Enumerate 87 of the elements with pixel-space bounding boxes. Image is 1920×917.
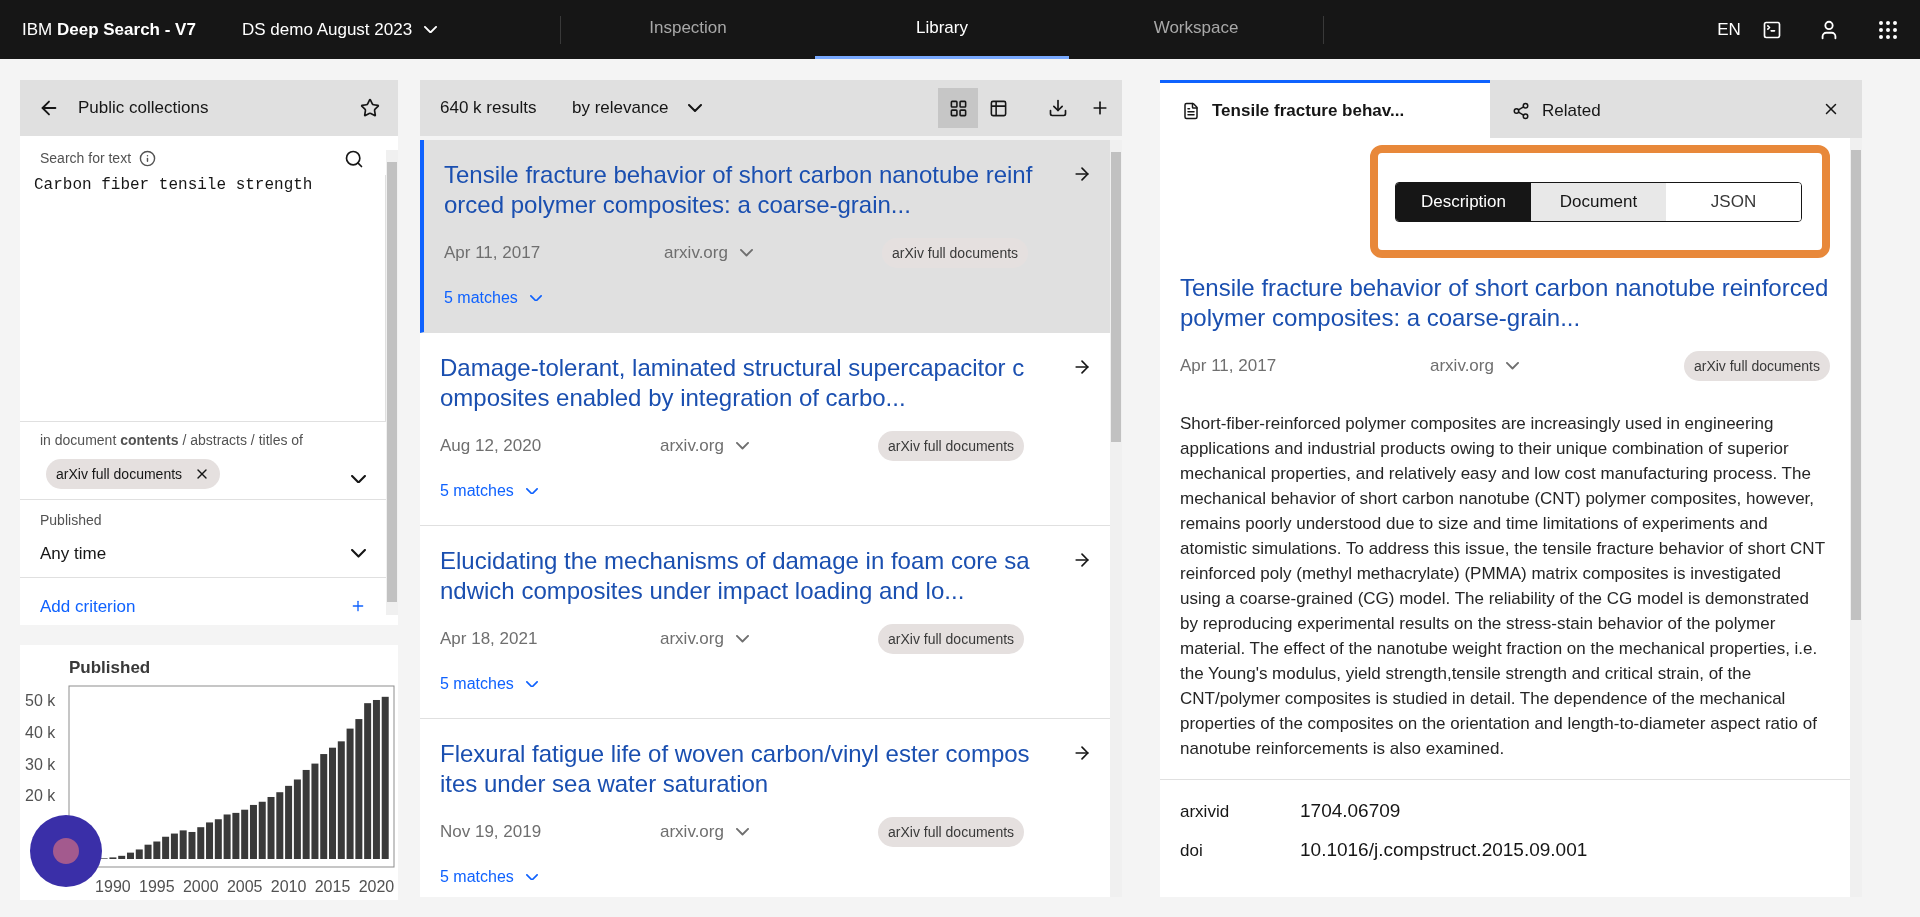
result-date: Aug 12, 2020 xyxy=(440,435,543,458)
panel-tab[interactable]: Tensile fracture behav... xyxy=(1160,80,1490,138)
panel-title: Public collections xyxy=(78,97,210,120)
chevron-icon xyxy=(351,474,366,484)
chart-title: Published xyxy=(69,658,151,677)
collection-tag: arXiv full documents xyxy=(878,817,1025,847)
field-value: 10.1016/j.compstruct.2015.09.001 xyxy=(1300,838,1588,863)
matches-toggle[interactable]: 5 matches xyxy=(440,865,538,889)
language-button[interactable]: EN xyxy=(1699,0,1759,59)
source-dropdown[interactable]: arxiv.org xyxy=(660,819,878,845)
source-dropdown[interactable]: arxiv.org xyxy=(664,240,882,266)
result-title[interactable]: Damage-tolerant, laminated structural supercapacitor composites enabled by integration of carbo... xyxy=(440,353,1030,413)
search-icon[interactable] xyxy=(344,148,364,169)
axis-label: 40 k xyxy=(25,723,56,741)
collection-tag: arXiv full documents xyxy=(878,624,1025,654)
chevron-icon xyxy=(525,873,538,881)
query-text-area[interactable]: Carbon fiber tensile strength xyxy=(34,175,385,421)
scrollbar[interactable] xyxy=(1850,138,1862,897)
sort-dropdown[interactable]: by relevance xyxy=(572,95,703,121)
source-dropdown[interactable]: arxiv.org xyxy=(660,433,878,459)
chevron-icon xyxy=(525,680,538,688)
search-label: Search for text xyxy=(40,149,132,168)
add-criterion-link[interactable]: Add criterion xyxy=(40,593,350,619)
result-date: Apr 18, 2021 xyxy=(440,628,539,651)
chevron-icon xyxy=(424,25,438,34)
brand-name[interactable]: IBM Deep Search - V7 xyxy=(0,16,230,43)
axis-label: 2005 xyxy=(226,878,263,895)
document-title[interactable]: Tensile fracture behavior of short carbon nanotube reinforced polymer composites: a coarse-grain... xyxy=(1180,273,1830,333)
view-option[interactable]: Description xyxy=(1396,182,1531,221)
chevron-icon xyxy=(735,635,749,643)
axis-label: 30 k xyxy=(25,755,56,773)
result-date: Nov 19, 2019 xyxy=(440,821,543,844)
result-card[interactable]: Tensile fracture behavior of short carbon nanotube reinforced polymer composites: a coarse-grain... Apr 11, 2017 arxiv.org arXiv full documents 5 matches xyxy=(420,140,1110,333)
grid-view-icon[interactable] xyxy=(938,88,978,128)
chevron-icon xyxy=(351,549,366,559)
axis-label: 50 k xyxy=(25,692,56,709)
result-count: 640 k results xyxy=(440,97,538,120)
star-icon[interactable] xyxy=(360,98,380,118)
matches-toggle[interactable]: 5 matches xyxy=(440,479,538,503)
project-dropdown[interactable]: DS demo August 2023 xyxy=(230,16,560,43)
matches-toggle[interactable]: 5 matches xyxy=(444,286,542,310)
result-card[interactable]: Flexural fatigue life of woven carbon/vinyl ester composites under sea water saturation Nov 19, 2019 arxiv.org arXiv full documents 5 matches xyxy=(420,719,1110,897)
scrollbar[interactable] xyxy=(1110,140,1122,897)
result-date: Apr 11, 2017 xyxy=(444,242,542,265)
field-value: 1704.06709 xyxy=(1300,799,1401,824)
result-title[interactable]: Elucidating the mechanisms of damage in foam core sandwich composites under impact loading and lo... xyxy=(440,546,1030,606)
info-icon[interactable] xyxy=(139,150,157,167)
source-dropdown[interactable]: arxiv.org xyxy=(660,626,878,652)
search-scope-text: in document contents / abstracts / titles of xyxy=(40,431,304,450)
axis-label: 20 k xyxy=(25,787,56,805)
axis-label: 2020 xyxy=(358,878,395,895)
axis-label: 1995 xyxy=(139,878,175,895)
chevron-icon xyxy=(529,294,542,302)
nav-tab[interactable]: Inspection xyxy=(561,0,815,59)
terminal-icon[interactable] xyxy=(1762,19,1782,40)
chevron-icon xyxy=(1505,362,1519,370)
collection-tag: arXiv full documents xyxy=(882,238,1029,268)
result-title[interactable]: Flexural fatigue life of woven carbon/vinyl ester composites under sea water saturation xyxy=(440,739,1030,799)
field-key: arxivid xyxy=(1180,798,1300,825)
published-dropdown[interactable]: Any time xyxy=(40,541,366,567)
share-icon xyxy=(1512,101,1530,120)
chevron-icon xyxy=(735,442,749,450)
axis-label: 2010 xyxy=(270,878,307,895)
nav-tab[interactable]: Library xyxy=(815,0,1069,59)
field-key: doi xyxy=(1180,837,1300,864)
chevron-icon xyxy=(735,828,749,836)
collection-tag: arXiv full documents xyxy=(1683,351,1830,381)
collection-tag: arXiv full documents xyxy=(878,431,1025,461)
axis-label: 2015 xyxy=(314,878,351,895)
nav-tab[interactable]: Workspace xyxy=(1069,0,1323,59)
result-card[interactable]: Elucidating the mechanisms of damage in foam core sandwich composites under impact loading and lo... Apr 18, 2021 arxiv.org arXiv full documents 5 matches xyxy=(420,526,1110,719)
axis-label: 2000 xyxy=(182,878,219,895)
scrollbar[interactable] xyxy=(386,150,398,615)
document-icon xyxy=(1182,101,1200,120)
axis-label: 1990 xyxy=(95,878,131,895)
document-date: Apr 11, 2017 xyxy=(1180,355,1278,378)
result-title[interactable]: Tensile fracture behavior of short carbon nanotube reinforced polymer composites: a coarse-grain... xyxy=(444,160,1034,220)
collection-tag: arXiv full documents xyxy=(46,459,221,489)
chevron-icon xyxy=(525,487,538,495)
result-card[interactable]: Damage-tolerant, laminated structural supercapacitor composites enabled by integration of carbo... Aug 12, 2020 arxiv.org arXiv full documents 5 matches xyxy=(420,333,1110,526)
chevron-icon xyxy=(739,249,753,257)
published-label: Published xyxy=(40,511,103,530)
abstract-text: Short-fiber-reinforced polymer composites are increasingly used in engineering applications and industrial products owing to their unique combination of superior mechanical properties, and relatively easy and low cost manufacturing process. The mechanical behavior of short carbon nanotube (CNT) polymer composites, however, remains poorly understood due to size and time limitations of experiments and atomistic simulations. To address this issue, the tensile fracture behavior of short CNT reinforced poly (methyl methacrylate) (PMMA) matrix composites is investigated using a coarse-grained (CG) model. The reliability of the CG model is demonstrated by reproducing experimental results on the stress-stain behavior of the polymer material. The effect of the nanotube weight fraction on the mechanical properties, i.e. the Young's modulus, yield strength,tensile strength and critical strain, of the CNT/polymer composites is studied in detail. The dependence of the mechanical properties of the composites on the orientation and length-to-diameter aspect ratio of nanotube reinforcements is also examined. xyxy=(1180,413,1826,760)
view-option[interactable]: Document xyxy=(1531,182,1666,221)
chevron-icon xyxy=(688,104,703,112)
source-dropdown[interactable]: arxiv.org xyxy=(1430,353,1519,379)
matches-toggle[interactable]: 5 matches xyxy=(440,672,538,696)
